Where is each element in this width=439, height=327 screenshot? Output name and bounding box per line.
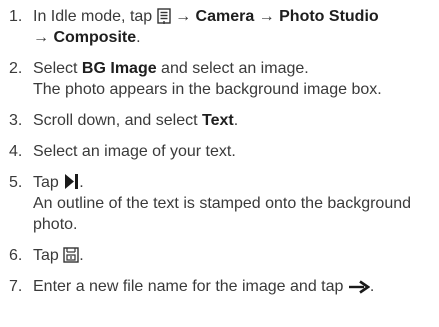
step-4: 4. Select an image of your text.: [9, 141, 435, 162]
step-result: The photo appears in the background imag…: [33, 81, 382, 98]
step-5: 5. Tap . An outline of the text is stampe…: [9, 172, 435, 235]
menu-path-photo-studio: Photo Studio: [279, 8, 379, 25]
step-text: Select BG Image and select an image. The …: [33, 60, 382, 98]
instruction-steps: 1. In Idle mode, tap → Camera → Photo St…: [0, 0, 439, 297]
step-text: Select an image of your text.: [33, 143, 236, 160]
step-number: 7.: [9, 278, 23, 295]
step-text: Scroll down, and select Text.: [33, 112, 239, 129]
menu-path-camera: Camera: [195, 8, 255, 25]
step-number: 4.: [9, 143, 23, 160]
step-text: In Idle mode, tap → Camera → Photo Studi…: [33, 8, 379, 46]
step-2: 2. Select BG Image and select an image. T…: [9, 58, 435, 100]
step-number: 3.: [9, 112, 23, 129]
save-icon: [63, 247, 79, 263]
menu-path-composite: Composite: [53, 29, 137, 46]
step-1: 1. In Idle mode, tap → Camera → Photo St…: [9, 6, 435, 48]
step-number: 6.: [9, 247, 23, 264]
menu-list-icon: [156, 8, 171, 24]
step-number: 5.: [9, 174, 23, 191]
arrow-right-icon: [348, 280, 370, 294]
stamp-icon: [63, 173, 79, 190]
step-text: Tap . An outline of the text is stamped o…: [33, 173, 412, 233]
step-7: 7. Enter a new file name for the image a…: [9, 276, 435, 297]
step-text: Tap .: [33, 247, 84, 264]
option-bg-image: BG Image: [81, 60, 157, 77]
step-result: An outline of the text is stamped onto t…: [33, 195, 412, 233]
step-3: 3. Scroll down, and select Text.: [9, 110, 435, 131]
option-text: Text: [201, 112, 234, 129]
step-6: 6. Tap .: [9, 245, 435, 266]
step-number: 2.: [9, 60, 23, 77]
step-number: 1.: [9, 8, 23, 25]
step-text: Enter a new file name for the image and …: [33, 278, 375, 295]
